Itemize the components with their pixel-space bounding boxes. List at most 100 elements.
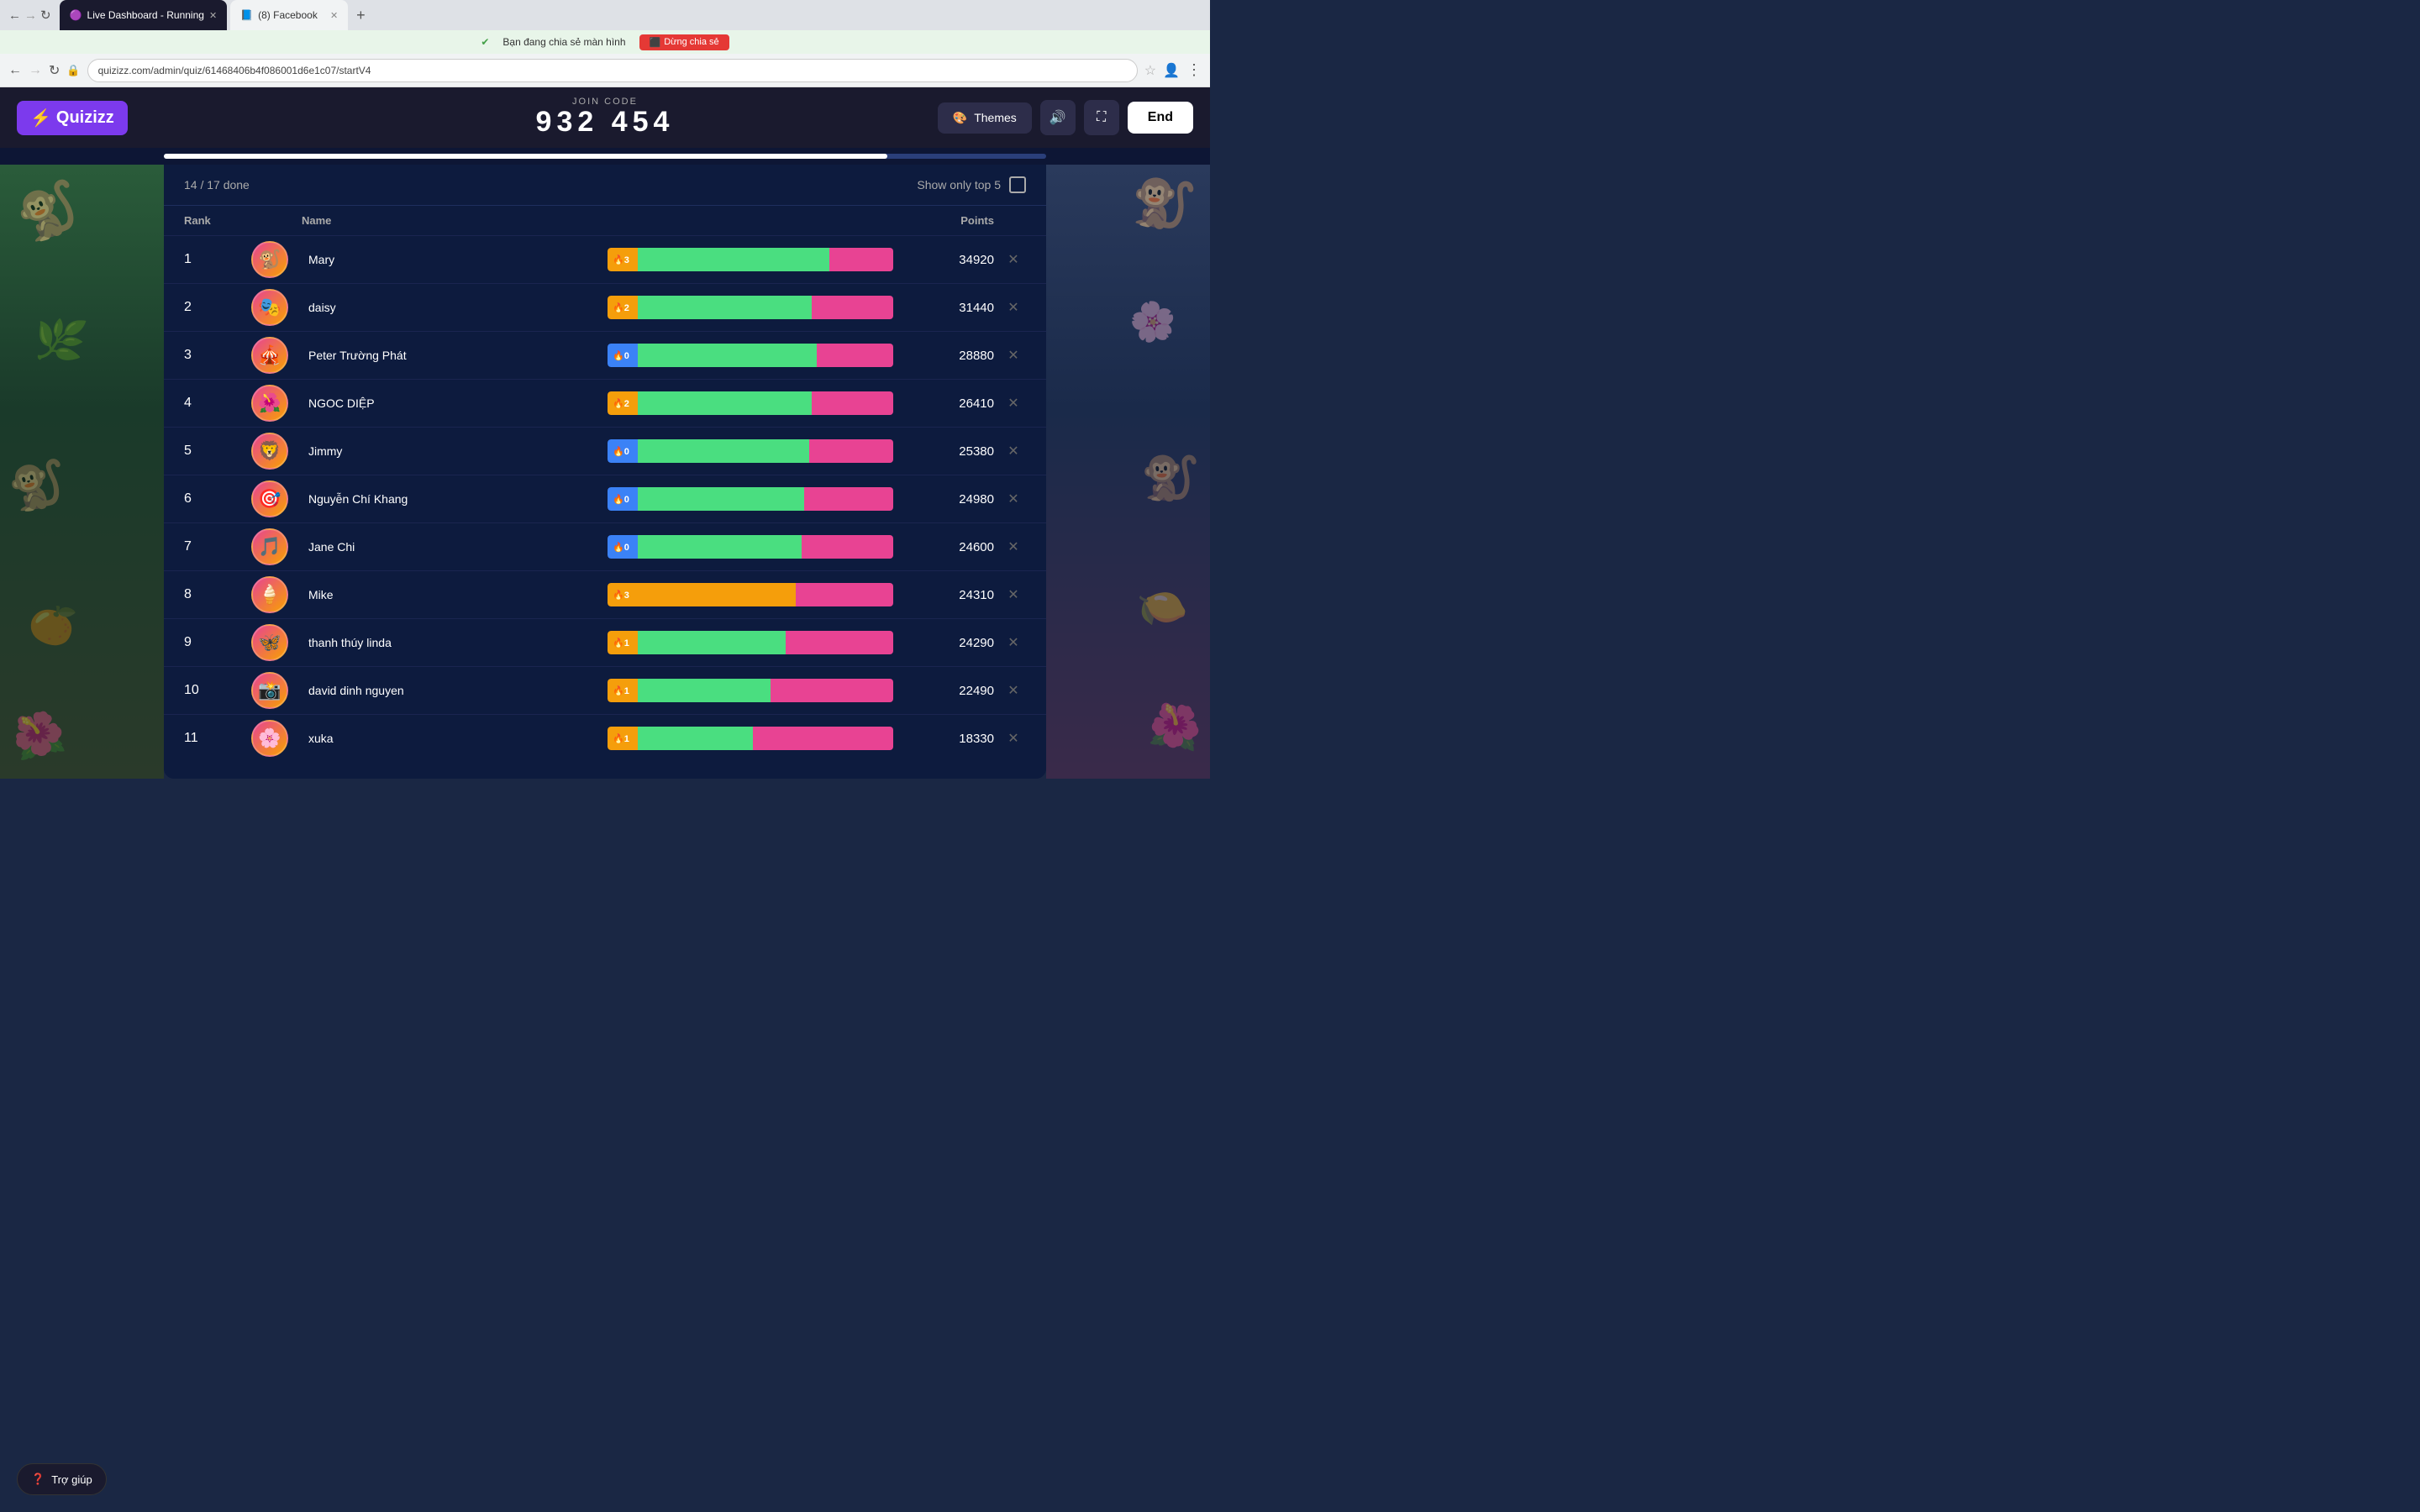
- points-cell: 24310: [900, 588, 1001, 602]
- address-bar-row: ← → ↻ 🔒 ☆ 👤 ⋮: [0, 54, 1210, 87]
- score-bar-cell: 🔥1: [601, 727, 900, 750]
- themes-btn[interactable]: 🎨 Themes: [938, 102, 1032, 134]
- top5-checkbox[interactable]: [1009, 176, 1026, 193]
- fullscreen-btn[interactable]: ⛶: [1084, 100, 1119, 135]
- tab-2[interactable]: 📘 (8) Facebook ✕: [230, 0, 348, 30]
- stop-icon: ⬛: [650, 37, 661, 48]
- bar-pink: [809, 439, 893, 463]
- score-bar-cell: 🔥3: [601, 583, 900, 606]
- avatar: 🎪: [251, 337, 288, 374]
- avatar: 🦋: [251, 624, 288, 661]
- profile-icon[interactable]: 👤: [1163, 62, 1180, 79]
- remove-player-btn[interactable]: ✕: [1001, 537, 1026, 557]
- score-bar-cell: 🔥0: [601, 344, 900, 367]
- nav-back[interactable]: ←: [8, 63, 22, 78]
- leaderboard-container: 14 / 17 done Show only top 5 Rank Name P…: [164, 165, 1046, 779]
- nav-forward[interactable]: →: [29, 63, 42, 78]
- player-name: Jimmy: [302, 444, 601, 458]
- score-bar-wrapper: 🔥0: [608, 439, 893, 463]
- browser-controls: ← → ↻: [8, 8, 51, 23]
- end-btn[interactable]: End: [1128, 102, 1193, 134]
- remove-player-btn[interactable]: ✕: [1001, 249, 1026, 270]
- score-bar-wrapper: 🔥2: [608, 391, 893, 415]
- menu-icon[interactable]: ⋮: [1186, 61, 1202, 79]
- lb-column-headers: Rank Name Points: [164, 206, 1046, 235]
- points-cell: 24600: [900, 540, 1001, 554]
- score-bar-cell: 🔥1: [601, 679, 900, 702]
- score-bar-cell: 🔥0: [601, 487, 900, 511]
- reload-btn[interactable]: ↻: [40, 8, 51, 23]
- avatar: 🍦: [251, 576, 288, 613]
- player-name: xuka: [302, 732, 601, 745]
- table-row: 11 🌸 xuka 🔥1 18330 ✕: [164, 714, 1046, 762]
- player-name: thanh thúy linda: [302, 636, 601, 649]
- rank-num: 9: [184, 635, 251, 650]
- score-bar-wrapper: 🔥1: [608, 679, 893, 702]
- back-btn[interactable]: ←: [8, 8, 21, 23]
- rank-num: 7: [184, 539, 251, 554]
- bar-main: [638, 535, 802, 559]
- rank-num: 4: [184, 396, 251, 411]
- remove-player-btn[interactable]: ✕: [1001, 441, 1026, 461]
- rank-num: 5: [184, 444, 251, 459]
- bar-main: [638, 344, 817, 367]
- new-tab-btn[interactable]: +: [351, 7, 371, 24]
- top5-label: Show only top 5: [917, 178, 1001, 192]
- bar-main: [638, 391, 812, 415]
- table-row: 9 🦋 thanh thúy linda 🔥1 24290 ✕: [164, 618, 1046, 666]
- bookmark-icon[interactable]: ☆: [1144, 62, 1156, 79]
- bar-pink: [753, 727, 893, 750]
- logo-text: Quizizz: [56, 108, 114, 128]
- table-row: 7 🎵 Jane Chi 🔥0 24600 ✕: [164, 522, 1046, 570]
- avatar: 🦁: [251, 433, 288, 470]
- bar-main: [638, 727, 753, 750]
- col-bar: [601, 214, 900, 227]
- sharing-bar: ✔ Bạn đang chia sẻ màn hình ⬛ Dừng chia …: [0, 30, 1210, 54]
- rank-num: 6: [184, 491, 251, 507]
- address-input[interactable]: [87, 59, 1138, 82]
- tab2-favicon: 📘: [240, 9, 253, 21]
- player-name: NGOC DIỆP: [302, 396, 601, 410]
- stop-sharing-btn[interactable]: ⬛ Dừng chia sẻ: [639, 34, 729, 50]
- volume-btn[interactable]: 🔊: [1040, 100, 1076, 135]
- top5-control[interactable]: Show only top 5: [917, 176, 1026, 193]
- player-name: david dinh nguyen: [302, 684, 601, 697]
- score-bar-wrapper: 🔥1: [608, 727, 893, 750]
- score-bar-cell: 🔥3: [601, 248, 900, 271]
- remove-player-btn[interactable]: ✕: [1001, 345, 1026, 365]
- remove-player-btn[interactable]: ✕: [1001, 680, 1026, 701]
- streak-badge: 🔥0: [608, 439, 638, 463]
- score-bar-wrapper: 🔥0: [608, 535, 893, 559]
- progress-section: [0, 148, 1210, 165]
- tab2-close[interactable]: ✕: [330, 10, 338, 21]
- remove-player-btn[interactable]: ✕: [1001, 297, 1026, 318]
- points-cell: 28880: [900, 349, 1001, 363]
- streak-badge: 🔥1: [608, 631, 638, 654]
- remove-player-btn[interactable]: ✕: [1001, 489, 1026, 509]
- themes-label: Themes: [974, 111, 1017, 124]
- table-row: 1 🐒 Mary 🔥3 34920 ✕: [164, 235, 1046, 283]
- tab-1[interactable]: 🟣 Live Dashboard - Running ✕: [60, 0, 228, 30]
- tab1-close[interactable]: ✕: [209, 10, 217, 21]
- rank-num: 1: [184, 252, 251, 267]
- sharing-text: Bạn đang chia sẻ màn hình: [502, 36, 625, 48]
- score-bar-cell: 🔥2: [601, 296, 900, 319]
- bar-main: [638, 439, 809, 463]
- col-points: Points: [900, 214, 1001, 227]
- help-btn[interactable]: ❓ Trợ giúp: [17, 1463, 107, 1495]
- bg-right: 🐒 🌸 🐒 🍋 🌺: [1046, 165, 1210, 779]
- score-bar-cell: 🔥0: [601, 439, 900, 463]
- bar-pink: [812, 296, 893, 319]
- join-code-section: JOIN CODE 932 454: [536, 97, 675, 138]
- avatar: 🎭: [251, 289, 288, 326]
- player-name: Nguyễn Chí Khang: [302, 492, 601, 506]
- avatar: 🌸: [251, 720, 288, 757]
- remove-player-btn[interactable]: ✕: [1001, 585, 1026, 605]
- remove-player-btn[interactable]: ✕: [1001, 728, 1026, 748]
- remove-player-btn[interactable]: ✕: [1001, 633, 1026, 653]
- table-row: 2 🎭 daisy 🔥2 31440 ✕: [164, 283, 1046, 331]
- table-row: 5 🦁 Jimmy 🔥0 25380 ✕: [164, 427, 1046, 475]
- nav-reload[interactable]: ↻: [49, 62, 60, 79]
- forward-btn[interactable]: →: [24, 8, 37, 23]
- remove-player-btn[interactable]: ✕: [1001, 393, 1026, 413]
